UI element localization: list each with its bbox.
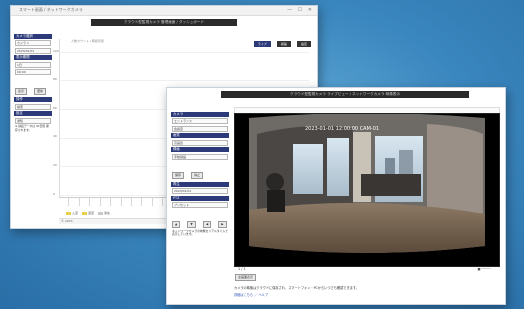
- camera-meeting-room[interactable]: 会議室: [172, 125, 228, 132]
- refresh-button[interactable]: 更新: [34, 87, 47, 95]
- sidebar-header-settings: 設定: [14, 111, 52, 116]
- title-bar: スマート画面 / ネットワークカメラ — ☐ ✕: [11, 6, 317, 16]
- sidebar-header-quality: 画質: [171, 133, 229, 138]
- tab-bar: ライブ 録画 設定: [253, 30, 311, 47]
- chart-legend: 入室 退室 滞在: [63, 211, 110, 215]
- sidebar-note: ネットワークカメラの映像をリアルタイムで表示しています。: [172, 228, 228, 237]
- show-button[interactable]: 表示: [15, 87, 28, 95]
- camera-entrance[interactable]: エントランス: [172, 118, 228, 124]
- sidebar: カメラ エントランス 会議室 画質 高画質 録画 手動録画 保存 停止 再生 2…: [171, 110, 229, 294]
- legend-stay: 滞在: [103, 211, 110, 215]
- legend-swatch: [66, 211, 71, 215]
- time-field[interactable]: 09:00: [15, 69, 51, 75]
- video-page-indicator: 1 / 1: [238, 267, 246, 271]
- preset-select[interactable]: プリセット: [172, 202, 228, 208]
- sidebar-note: ※ 録画データは 30日間 保存されます。: [15, 124, 49, 132]
- y-tick-40: 40: [53, 134, 57, 139]
- sidebar: カメラ選択 カメラ 1 2023/01/01 表示期間 1日 09:00 表示 …: [14, 32, 52, 214]
- sidebar-header-ops: 操作: [14, 97, 52, 102]
- help-link[interactable]: 詳細はこちら ／ ヘルプ: [234, 292, 268, 297]
- save-button[interactable]: 保存: [172, 172, 185, 179]
- window-controls[interactable]: — ☐ ✕: [287, 7, 314, 13]
- system-bar: クラウド型監視カメラ ライブビュー / ネットワークカメラ 映像表示: [221, 91, 469, 98]
- sidebar-header-period: 表示期間: [14, 55, 52, 60]
- y-tick-0: 0: [53, 191, 55, 196]
- system-bar: クラウド型監視カメラ 管理画面 / ダッシュボード: [91, 19, 237, 26]
- y-tick-60: 60: [53, 105, 57, 110]
- ptz-up-button[interactable]: ▲: [172, 220, 181, 228]
- sidebar-header-camera: カメラ選択: [14, 33, 52, 39]
- legend-out: 退室: [87, 211, 94, 215]
- ptz-left-button[interactable]: ◀: [202, 220, 212, 228]
- info-text: カメラの映像はクラウドに保存され、スマートフォン・PCからいつでも確認できます。: [234, 286, 359, 290]
- playback-date[interactable]: 2023/01/01: [172, 188, 228, 194]
- camera-select[interactable]: カメラ 1: [15, 40, 51, 46]
- video-overlay-text: 2023-01-01 12:00:00 CAM-01: [305, 126, 379, 132]
- period-select[interactable]: 1日: [15, 61, 51, 68]
- stop-button[interactable]: 停止: [191, 172, 204, 179]
- control-row: 全画面表示: [234, 273, 257, 282]
- window-title: スマート画面 / ネットワークカメラ: [19, 7, 83, 12]
- legend-in: 入室: [72, 211, 79, 215]
- y-tick-20: 20: [53, 163, 57, 168]
- y-tick-100: 100: [53, 48, 59, 53]
- sidebar-header-playback: 再生: [171, 181, 229, 187]
- notify-field[interactable]: 通知: [15, 117, 51, 124]
- camera-video[interactable]: 2023-01-01 12:00:00 CAM-01: [234, 113, 500, 267]
- search-field[interactable]: 検索: [15, 103, 51, 110]
- sidebar-header-ptz: PTZ: [171, 195, 229, 201]
- camera-frame: 2023-01-01 12:00:00 CAM-01: [235, 114, 499, 266]
- legend-swatch: [81, 211, 87, 215]
- sidebar-header-record: 録画: [171, 147, 229, 152]
- volume-slider[interactable]: ■ ─────: [477, 267, 491, 271]
- quality-select[interactable]: 高画質: [172, 139, 228, 146]
- sidebar-header-camera: カメラ: [171, 111, 229, 117]
- live-view-window: クラウド型監視カメラ ライブビュー / ネットワークカメラ 映像表示 カメラ エ…: [166, 87, 506, 305]
- y-tick-80: 80: [53, 77, 57, 82]
- fullscreen-button[interactable]: 全画面表示: [235, 274, 257, 281]
- record-field[interactable]: 手動録画: [172, 153, 228, 160]
- date-field[interactable]: 2023/01/01: [15, 47, 51, 54]
- ptz-down-button[interactable]: ▼: [187, 220, 196, 228]
- chart-caption: 人数カウント / 時間帯別: [71, 39, 104, 43]
- legend-swatch: [97, 211, 103, 215]
- ptz-right-button[interactable]: ▶: [218, 220, 227, 228]
